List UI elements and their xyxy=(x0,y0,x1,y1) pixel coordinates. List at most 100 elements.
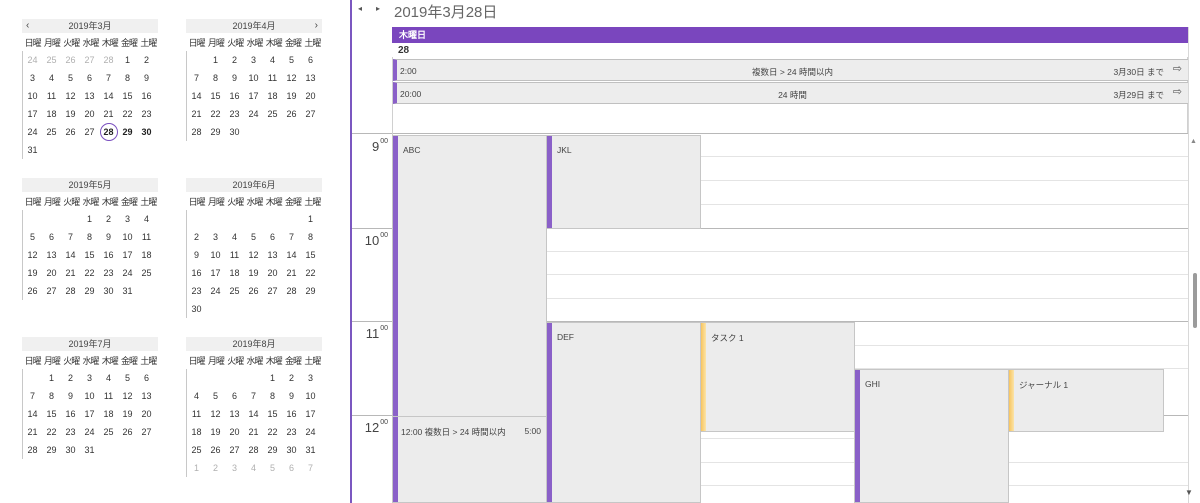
day-cell[interactable]: 11 xyxy=(99,387,118,405)
day-cell[interactable]: 25 xyxy=(42,123,61,141)
day-cell[interactable]: 8 xyxy=(301,228,320,246)
day-cell[interactable]: 13 xyxy=(42,246,61,264)
day-cell[interactable]: 23 xyxy=(137,105,156,123)
day-cell[interactable]: 13 xyxy=(225,405,244,423)
day-cell[interactable]: 3 xyxy=(244,51,263,69)
day-cell[interactable]: 21 xyxy=(244,423,263,441)
day-cell[interactable]: 2 xyxy=(187,228,206,246)
day-cell[interactable]: 10 xyxy=(118,228,137,246)
day-cell[interactable]: 21 xyxy=(187,105,206,123)
day-cell[interactable]: 8 xyxy=(80,228,99,246)
day-cell[interactable]: 29 xyxy=(42,441,61,459)
day-cell[interactable]: 12 xyxy=(244,246,263,264)
day-cell[interactable]: 23 xyxy=(187,282,206,300)
day-cell[interactable]: 21 xyxy=(99,105,118,123)
day-cell[interactable]: 2 xyxy=(137,51,156,69)
scroll-up-icon[interactable]: ▲ xyxy=(1190,138,1197,145)
day-cell[interactable]: 15 xyxy=(301,246,320,264)
day-cell[interactable]: 7 xyxy=(187,69,206,87)
day-cell[interactable]: 25 xyxy=(42,51,61,69)
day-cell[interactable]: 20 xyxy=(42,264,61,282)
event-def[interactable]: DEF xyxy=(546,322,701,503)
day-cell[interactable]: 29 xyxy=(263,441,282,459)
day-cell[interactable]: 21 xyxy=(61,264,80,282)
day-cell[interactable]: 12 xyxy=(282,69,301,87)
day-cell[interactable]: 12 xyxy=(61,87,80,105)
day-cell[interactable]: 14 xyxy=(23,405,42,423)
day-cell[interactable]: 31 xyxy=(23,141,42,159)
event-jkl[interactable]: JKL xyxy=(546,135,701,229)
day-cell[interactable]: 28 xyxy=(99,123,118,141)
scroll-down-icon[interactable]: ▼ xyxy=(1185,488,1193,497)
day-cell[interactable]: 6 xyxy=(225,387,244,405)
day-cell[interactable]: 30 xyxy=(99,282,118,300)
day-cell[interactable]: 7 xyxy=(282,228,301,246)
day-cell[interactable]: 2 xyxy=(225,51,244,69)
day-cell[interactable]: 17 xyxy=(301,405,320,423)
day-cell[interactable]: 14 xyxy=(61,246,80,264)
day-cell[interactable]: 16 xyxy=(61,405,80,423)
day-cell[interactable]: 8 xyxy=(118,69,137,87)
day-cell[interactable]: 5 xyxy=(282,51,301,69)
day-cell[interactable]: 3 xyxy=(301,369,320,387)
day-cell[interactable]: 16 xyxy=(282,405,301,423)
day-cell[interactable]: 23 xyxy=(61,423,80,441)
day-cell[interactable]: 13 xyxy=(80,87,99,105)
day-cell[interactable]: 28 xyxy=(244,441,263,459)
day-cell[interactable]: 30 xyxy=(137,123,156,141)
event-multi-day[interactable]: 12:00 複数日 > 24 時間以内 5:00 xyxy=(392,416,547,503)
day-cell[interactable]: 14 xyxy=(99,87,118,105)
day-cell[interactable]: 9 xyxy=(282,387,301,405)
day-cell[interactable]: 18 xyxy=(42,105,61,123)
day-cell[interactable]: 17 xyxy=(118,246,137,264)
day-cell[interactable]: 30 xyxy=(282,441,301,459)
day-cell[interactable]: 4 xyxy=(137,210,156,228)
day-cell[interactable]: 20 xyxy=(263,264,282,282)
day-cell[interactable]: 5 xyxy=(61,69,80,87)
prev-day-icon[interactable]: ◂ xyxy=(358,4,362,13)
event-ghi[interactable]: GHI xyxy=(854,369,1009,503)
day-cell[interactable]: 26 xyxy=(206,441,225,459)
day-cell[interactable]: 28 xyxy=(23,441,42,459)
day-cell[interactable]: 4 xyxy=(225,228,244,246)
day-cell[interactable]: 15 xyxy=(263,405,282,423)
next-day-icon[interactable]: ▸ xyxy=(376,4,380,13)
day-cell[interactable]: 16 xyxy=(187,264,206,282)
continue-arrow-icon[interactable]: ⇨ xyxy=(1173,85,1182,98)
day-cell[interactable]: 26 xyxy=(23,282,42,300)
day-cell[interactable]: 29 xyxy=(301,282,320,300)
day-cell[interactable]: 2 xyxy=(282,369,301,387)
day-cell[interactable]: 5 xyxy=(118,369,137,387)
day-cell[interactable]: 9 xyxy=(137,69,156,87)
day-cell[interactable]: 27 xyxy=(263,282,282,300)
day-cell[interactable]: 20 xyxy=(301,87,320,105)
day-cell[interactable]: 31 xyxy=(80,441,99,459)
day-cell[interactable]: 3 xyxy=(118,210,137,228)
day-cell[interactable]: 26 xyxy=(282,105,301,123)
day-cell[interactable]: 28 xyxy=(99,51,118,69)
day-cell[interactable]: 29 xyxy=(206,123,225,141)
day-cell[interactable]: 20 xyxy=(225,423,244,441)
day-cell[interactable]: 1 xyxy=(263,369,282,387)
day-cell[interactable]: 18 xyxy=(263,87,282,105)
day-cell[interactable]: 24 xyxy=(206,282,225,300)
day-cell[interactable]: 27 xyxy=(137,423,156,441)
scrollbar-thumb[interactable] xyxy=(1193,273,1197,328)
day-cell[interactable]: 11 xyxy=(263,69,282,87)
day-cell[interactable]: 21 xyxy=(23,423,42,441)
day-cell[interactable]: 16 xyxy=(99,246,118,264)
day-cell[interactable]: 28 xyxy=(282,282,301,300)
day-cell[interactable]: 18 xyxy=(99,405,118,423)
day-cell[interactable]: 12 xyxy=(23,246,42,264)
day-cell[interactable]: 18 xyxy=(137,246,156,264)
day-cell[interactable]: 24 xyxy=(244,105,263,123)
day-cell[interactable]: 8 xyxy=(42,387,61,405)
day-cell[interactable]: 28 xyxy=(61,282,80,300)
day-cell[interactable]: 11 xyxy=(137,228,156,246)
day-cell[interactable]: 15 xyxy=(42,405,61,423)
day-cell[interactable]: 6 xyxy=(263,228,282,246)
day-cell[interactable]: 2 xyxy=(206,459,225,477)
day-cell[interactable]: 4 xyxy=(244,459,263,477)
day-cell[interactable]: 4 xyxy=(99,369,118,387)
day-cell[interactable]: 3 xyxy=(23,69,42,87)
